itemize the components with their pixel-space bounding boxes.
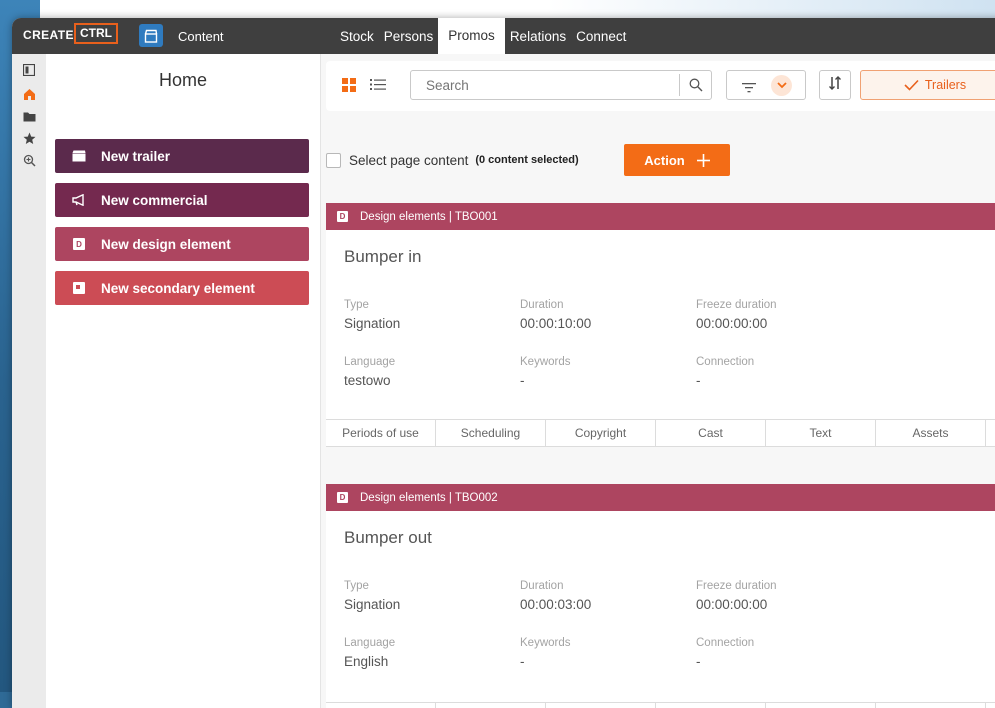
tab-connect[interactable]: Connect [571,18,631,54]
card-tab[interactable] [436,703,546,708]
new-trailer-label: New trailer [101,148,171,164]
content-clapper-icon[interactable] [139,24,163,47]
field-duration: Duration 00:00:03:00 [520,580,592,612]
card-header-text: Design elements | TBO002 [360,491,498,504]
design-element-icon: D [337,492,348,503]
card-tabs: Periods of use Scheduling Copyright Cast… [326,419,995,447]
content-card[interactable]: D Design elements | TBO002 Bumper out Ty… [326,484,995,708]
main-tabs: Stock Persons Promos Relations Connect [335,18,631,54]
card-tab-periods-of-use[interactable]: Periods of use [326,420,436,446]
search-box [410,70,712,100]
new-trailer-button[interactable]: New trailer [55,139,309,173]
tab-stock[interactable]: Stock [335,18,379,54]
action-button[interactable]: Action [624,144,730,176]
card-tab[interactable] [876,703,986,708]
new-secondary-element-label: New secondary element [101,280,255,296]
field-keywords: Keywords - [520,356,571,388]
top-bar: CREATE CTRL Content Stock Persons Promos… [12,18,995,54]
card-tab-assets[interactable]: Assets [876,420,986,446]
field-freeze-duration: Freeze duration 00:00:00:00 [696,580,777,612]
tab-promos[interactable]: Promos [438,18,505,54]
secondary-element-icon [72,281,86,295]
toolbar: Trailers [326,61,995,111]
field-keywords: Keywords - [520,637,571,669]
new-secondary-element-button[interactable]: New secondary element [55,271,309,305]
sidebar-title: Home [158,70,207,90]
brand-ctrl: CTRL [74,23,118,44]
grid-view-icon[interactable] [342,78,356,97]
card-tab[interactable] [656,703,766,708]
star-icon[interactable] [18,127,40,149]
sort-button[interactable] [819,70,851,100]
new-design-element-label: New design element [101,236,231,252]
card-tab-scheduling[interactable]: Scheduling [436,420,546,446]
plus-icon [696,153,710,167]
new-commercial-label: New commercial [101,192,208,208]
field-language: Language English [344,637,396,669]
new-design-element-button[interactable]: D New design element [55,227,309,261]
filter-icon [742,80,756,98]
field-connection: Connection - [696,356,755,388]
field-type: Type Signation [344,580,401,612]
select-page-checkbox[interactable] [326,152,341,168]
brand-create: CREATE [23,28,74,42]
trailers-label: Trailers [924,78,967,92]
megaphone-icon [72,193,86,207]
home-icon[interactable] [18,83,40,105]
icon-rail [12,54,47,708]
card-tab[interactable] [326,703,436,708]
field-connection: Connection - [696,637,755,669]
card-header: D Design elements | TBO001 [326,203,995,230]
field-freeze-duration: Freeze duration 00:00:00:00 [696,299,777,331]
card-tabs [326,702,995,708]
main-content: Trailers Select page content (0 content … [321,54,995,708]
svg-text:D: D [76,240,82,249]
card-header: D Design elements | TBO002 [326,484,995,511]
clapper-icon [72,149,86,163]
panel-toggle-icon[interactable] [18,59,40,81]
card-tab-copyright[interactable]: Copyright [546,420,656,446]
card-tab[interactable] [766,703,876,708]
new-commercial-button[interactable]: New commercial [55,183,309,217]
trailers-filter-button[interactable]: Trailers [860,70,995,100]
field-duration: Duration 00:00:10:00 [520,299,592,331]
card-title[interactable]: Bumper out [344,528,432,548]
content-label[interactable]: Content [178,29,224,44]
list-view-icon[interactable] [370,78,386,96]
field-language: Language testowo [344,356,396,388]
app-window: CREATE CTRL Content Stock Persons Promos… [12,18,995,708]
sort-icon [829,75,841,95]
design-element-icon: D [337,211,348,222]
select-page-row: Select page content (0 content selected) [326,146,579,174]
card-tab[interactable] [546,703,656,708]
chevron-down-icon [771,75,792,96]
selection-count: (0 content selected) [475,154,579,166]
check-icon [904,79,919,91]
search-input[interactable] [424,77,668,94]
card-title[interactable]: Bumper in [344,247,421,267]
search-divider [679,74,680,96]
sidebar: Home New trailer New commercial D New de… [46,54,321,708]
filter-dropdown[interactable] [726,70,806,100]
content-card[interactable]: D Design elements | TBO001 Bumper in Typ… [326,203,995,447]
folder-icon[interactable] [18,105,40,127]
action-label: Action [644,152,685,168]
field-type: Type Signation [344,299,401,331]
card-tab-text[interactable]: Text [766,420,876,446]
design-element-icon: D [72,237,86,251]
tab-relations[interactable]: Relations [505,18,571,54]
tab-persons[interactable]: Persons [379,18,439,54]
search-icon[interactable] [689,78,703,97]
select-page-label[interactable]: Select page content [349,153,468,168]
card-tab-cast[interactable]: Cast [656,420,766,446]
zoom-icon[interactable] [18,149,40,171]
card-header-text: Design elements | TBO001 [360,210,498,223]
